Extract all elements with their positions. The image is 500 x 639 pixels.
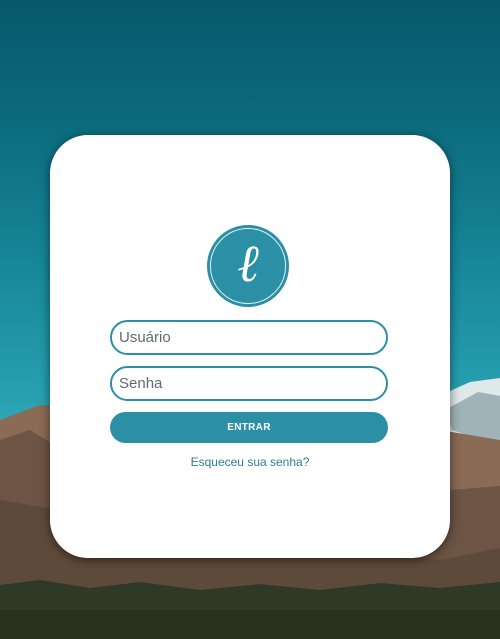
password-input[interactable] xyxy=(110,366,388,401)
forgot-password-link[interactable]: Esqueceu sua senha? xyxy=(50,455,450,469)
script-l-logo-icon: ℓ xyxy=(207,225,289,307)
logo-letter: ℓ xyxy=(237,234,259,294)
login-card: ℓ ENTRAR Esqueceu sua senha? xyxy=(50,135,450,558)
username-input[interactable] xyxy=(110,320,388,355)
login-button[interactable]: ENTRAR xyxy=(110,412,388,443)
login-page: ℓ ENTRAR Esqueceu sua senha? xyxy=(0,0,500,639)
